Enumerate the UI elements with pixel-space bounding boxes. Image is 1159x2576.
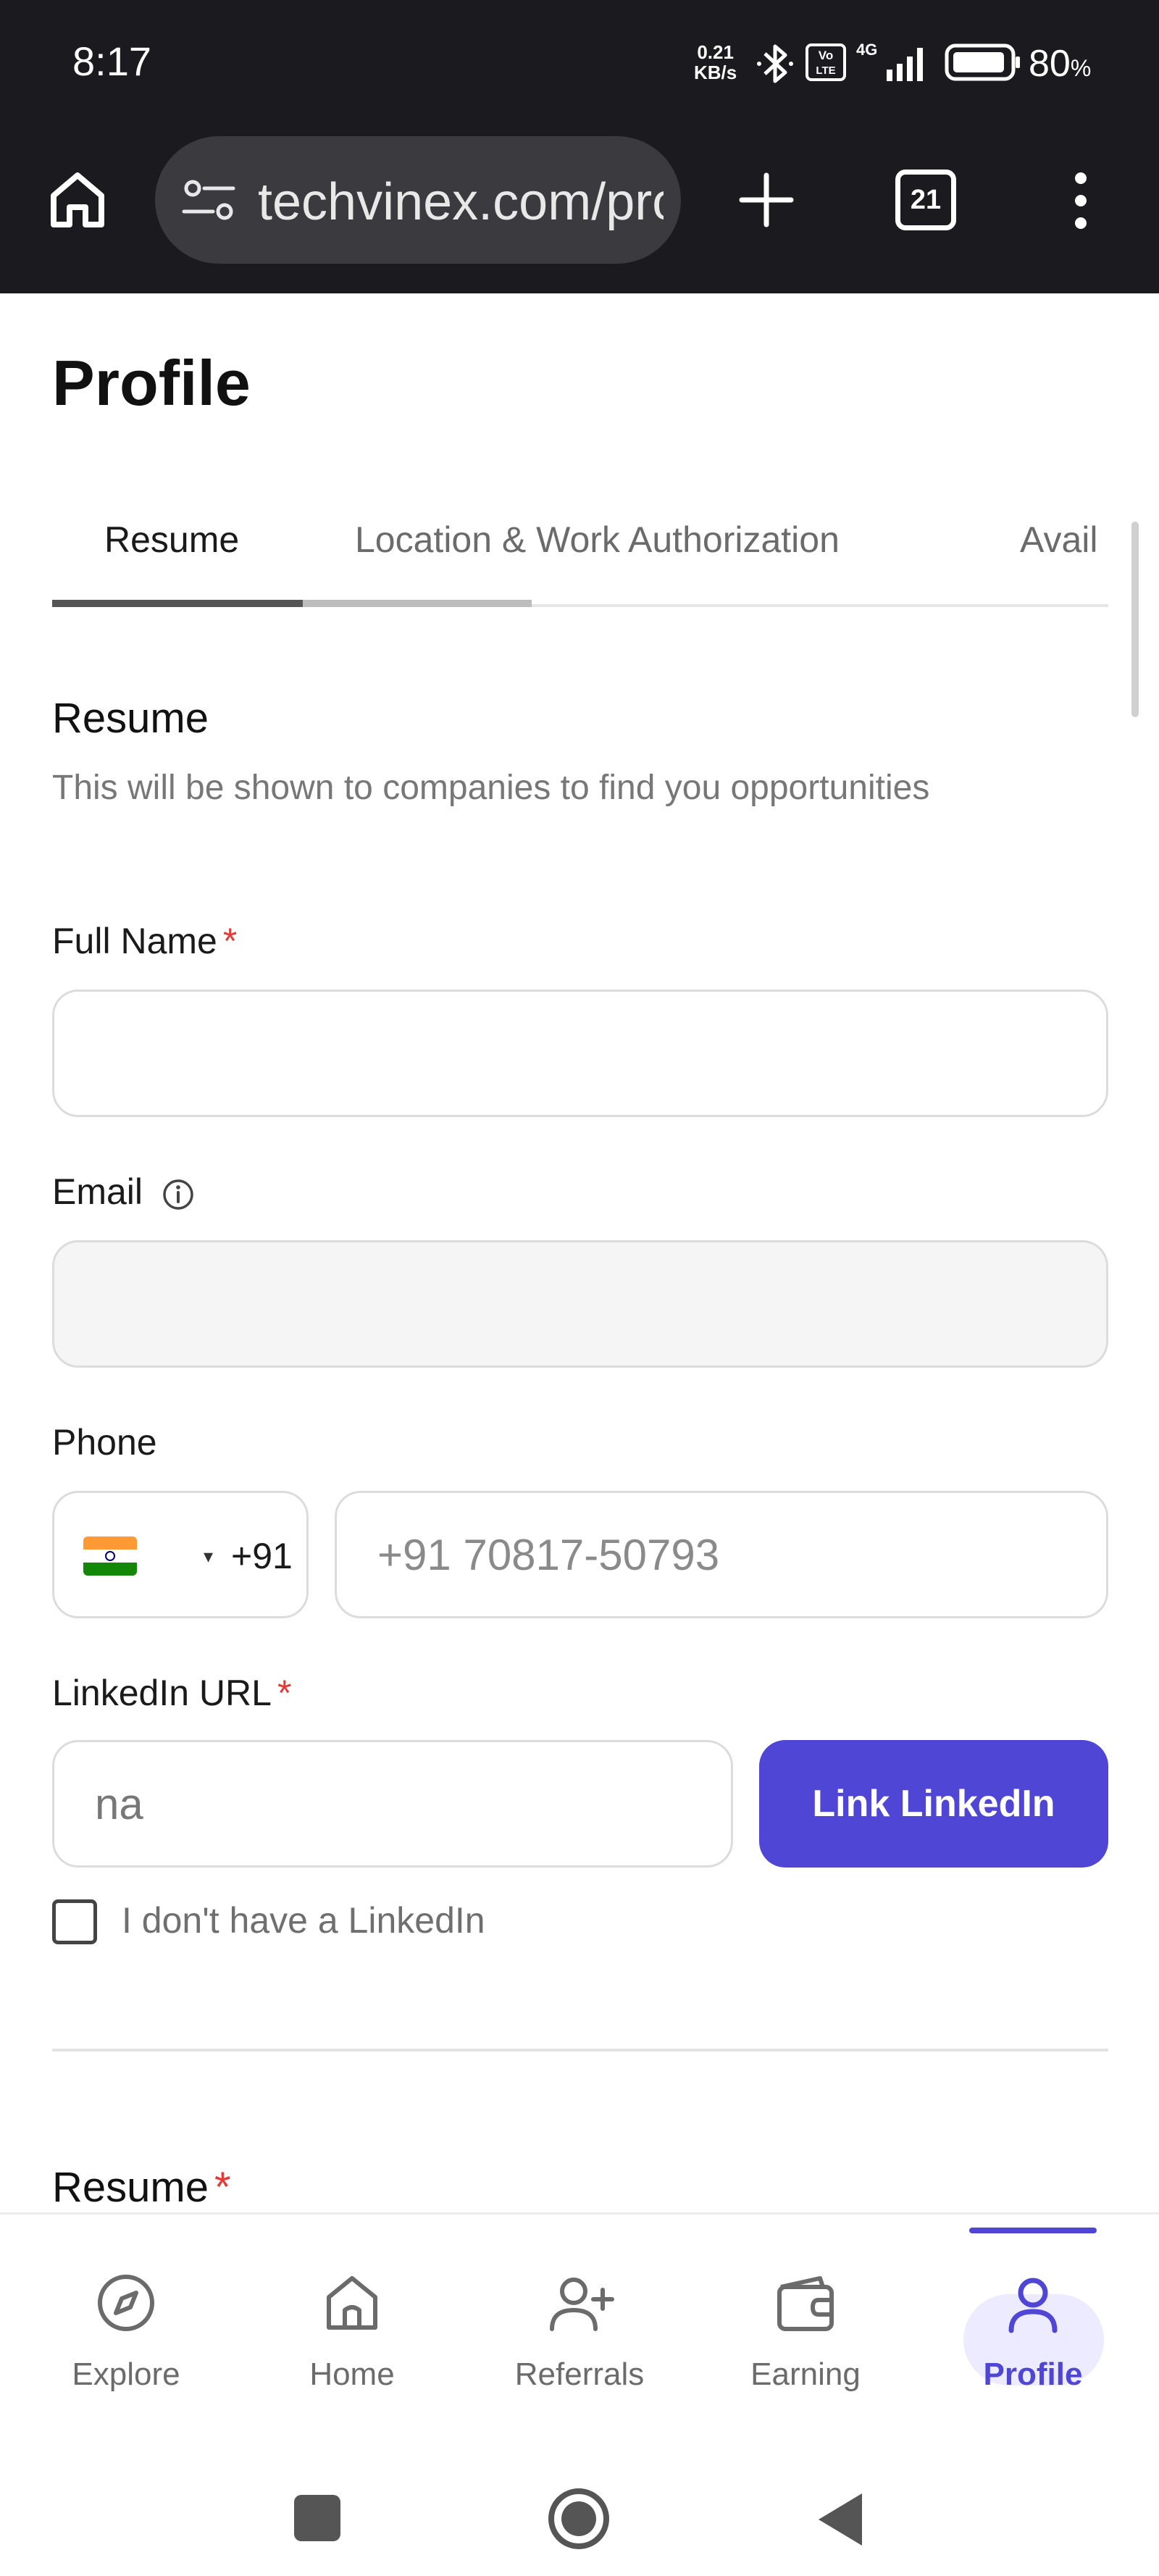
required-mark: *	[214, 2164, 231, 2211]
country-code-select[interactable]: ▾ +91	[52, 1491, 309, 1618]
resume-section-title: Resume	[52, 695, 209, 742]
page-title: Profile	[52, 347, 251, 419]
system-navigation-bar	[0, 2422, 1159, 2576]
resume-section-subtitle: This will be shown to companies to find …	[52, 769, 930, 807]
battery-percent: 80%	[1029, 43, 1092, 85]
active-tab-indicator	[52, 600, 303, 607]
add-user-icon	[550, 2278, 614, 2331]
nav-item-earning[interactable]: Earning	[697, 2215, 914, 2425]
tab-resume[interactable]: Resume	[104, 519, 239, 561]
svg-text:Vo: Vo	[819, 49, 833, 62]
no-linkedin-checkbox[interactable]	[52, 1899, 97, 1944]
compass-icon	[98, 2275, 154, 2331]
linkedin-url-input[interactable]	[54, 1742, 731, 1865]
phone-label: Phone	[52, 1422, 157, 1463]
nav-item-profile[interactable]: Profile	[924, 2215, 1142, 2425]
new-tab-icon[interactable]	[737, 171, 795, 229]
tab-availability[interactable]: Avail	[1020, 519, 1097, 561]
battery-icon	[945, 43, 1020, 81]
nav-item-explore[interactable]: Explore	[17, 2215, 235, 2425]
linkedin-label: LinkedIn URL *	[52, 1673, 292, 1713]
required-mark: *	[277, 1673, 292, 1713]
resume-upload-label: Resume *	[52, 2164, 231, 2211]
nav-item-home[interactable]: Home	[243, 2215, 461, 2425]
bottom-navigation: Explore Home Referrals Earning Profile	[0, 2212, 1159, 2422]
required-mark: *	[222, 921, 238, 961]
full-name-field[interactable]	[52, 990, 1108, 1117]
site-settings-icon[interactable]	[181, 177, 236, 223]
home-button-icon[interactable]	[546, 2486, 611, 2551]
more-menu-icon[interactable]	[1066, 168, 1095, 233]
full-name-label: Full Name *	[52, 921, 238, 961]
network-speed: 0.21 KB/s	[694, 41, 737, 83]
nav-item-referrals[interactable]: Referrals	[471, 2215, 688, 2425]
status-bar: 8:17 0.21 KB/s Vo LTE 4G 80%	[0, 0, 1159, 130]
full-name-input[interactable]	[54, 992, 1106, 1115]
wallet-icon	[777, 2276, 834, 2331]
svg-text:4G: 4G	[856, 41, 877, 59]
status-time: 8:17	[72, 38, 151, 84]
email-input	[54, 1242, 1106, 1366]
volte-icon: Vo LTE	[806, 43, 846, 81]
linkedin-url-field[interactable]	[52, 1740, 733, 1868]
email-label: Email	[52, 1171, 195, 1213]
browser-toolbar: techvinex.com/profile 21	[0, 130, 1159, 293]
email-field	[52, 1240, 1108, 1368]
section-divider	[52, 2049, 1108, 2052]
tab-scroll-indicator	[303, 600, 532, 607]
address-bar[interactable]: techvinex.com/profile	[155, 136, 681, 264]
profile-tabs: Resume Location & Work Authorization Ava…	[52, 500, 1108, 607]
phone-input[interactable]	[337, 1493, 1106, 1616]
tab-location-work-authorization[interactable]: Location & Work Authorization	[355, 519, 840, 561]
info-icon[interactable]	[162, 1178, 195, 1211]
bluetooth-icon	[757, 44, 793, 83]
no-linkedin-label[interactable]: I don't have a LinkedIn	[122, 1899, 485, 1941]
page-scrollbar[interactable]	[1131, 522, 1139, 717]
phone-field[interactable]	[335, 1491, 1108, 1618]
tab-switcher-button[interactable]: 21	[895, 170, 956, 230]
home-icon[interactable]	[45, 167, 110, 232]
link-linkedin-button[interactable]: Link LinkedIn	[759, 1740, 1108, 1868]
india-flag-icon	[83, 1536, 137, 1576]
url-text: techvinex.com/profile	[258, 173, 664, 231]
svg-text:LTE: LTE	[816, 64, 835, 77]
back-icon[interactable]	[814, 2491, 866, 2548]
country-code-value: +91	[231, 1536, 293, 1576]
signal-icon: 4G	[856, 41, 923, 81]
chevron-down-icon: ▾	[204, 1545, 214, 1567]
recent-apps-icon[interactable]	[294, 2495, 340, 2541]
home-icon	[327, 2276, 377, 2330]
user-icon	[1008, 2278, 1058, 2333]
